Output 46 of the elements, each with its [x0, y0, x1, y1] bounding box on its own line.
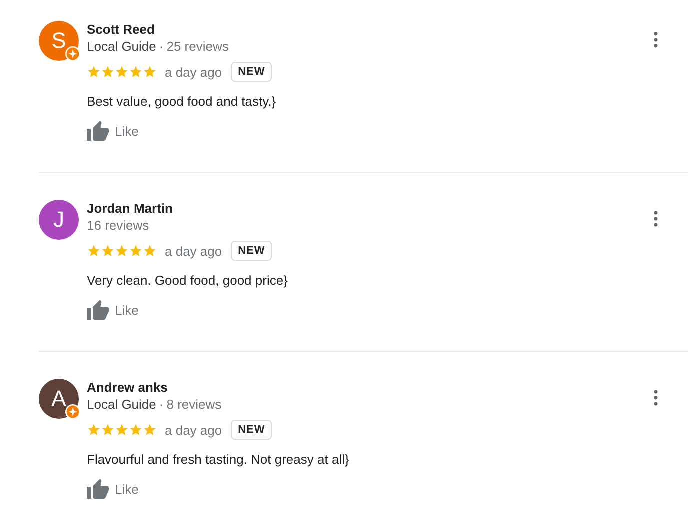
- review-count: 25 reviews: [166, 38, 229, 55]
- star-icon: [115, 244, 129, 258]
- thumbs-up-icon: [87, 300, 109, 320]
- star-icon: [129, 244, 143, 258]
- review-time: a day ago: [165, 422, 222, 438]
- star-icon: [101, 423, 115, 437]
- review-time: a day ago: [165, 64, 222, 80]
- star-icon: [87, 65, 101, 79]
- more-options-icon[interactable]: [654, 211, 658, 227]
- more-options-icon[interactable]: [654, 32, 658, 48]
- reviewer-name[interactable]: Jordan Martin: [87, 200, 688, 217]
- star-icon: [143, 244, 157, 258]
- new-badge: NEW: [231, 62, 272, 82]
- like-button[interactable]: Like: [87, 121, 139, 141]
- star-icon: [115, 65, 129, 79]
- local-guide-label: Local Guide: [87, 396, 156, 413]
- review-time: a day ago: [165, 244, 222, 258]
- review-count: 16 reviews: [87, 217, 150, 234]
- star-icon: [101, 65, 115, 79]
- star-icon: [87, 244, 101, 258]
- thumbs-up-icon: [87, 479, 109, 499]
- star-icon: [87, 423, 101, 437]
- more-options-icon[interactable]: [654, 390, 658, 406]
- new-badge: NEW: [231, 241, 272, 261]
- review-text: Best value, good food and tasty.}: [87, 93, 278, 111]
- local-guide-label: Local Guide: [87, 38, 156, 55]
- separator: ·: [159, 38, 164, 55]
- review-count: 8 reviews: [166, 396, 222, 413]
- star-icon: [143, 65, 157, 79]
- like-button[interactable]: Like: [87, 479, 139, 499]
- avatar[interactable]: J: [39, 200, 79, 240]
- star-icon: [143, 423, 157, 437]
- reviewer-name[interactable]: Scott Reed: [87, 21, 688, 38]
- star-icon: [115, 423, 129, 437]
- thumbs-up-icon: [87, 121, 109, 141]
- reviewer-name[interactable]: Andrew anks: [87, 379, 688, 396]
- new-badge: NEW: [231, 420, 272, 440]
- like-button[interactable]: Like: [87, 300, 139, 320]
- review-text: Very clean. Good food, good price}: [87, 272, 289, 290]
- star-icon: [129, 65, 143, 79]
- avatar[interactable]: S: [39, 21, 79, 61]
- star-icon: [101, 244, 115, 258]
- avatar[interactable]: A: [39, 379, 79, 419]
- separator: ·: [159, 396, 164, 413]
- star-icon: [129, 423, 143, 437]
- review-text: Flavourful and fresh tasting. Not greasy at all}: [87, 451, 350, 469]
